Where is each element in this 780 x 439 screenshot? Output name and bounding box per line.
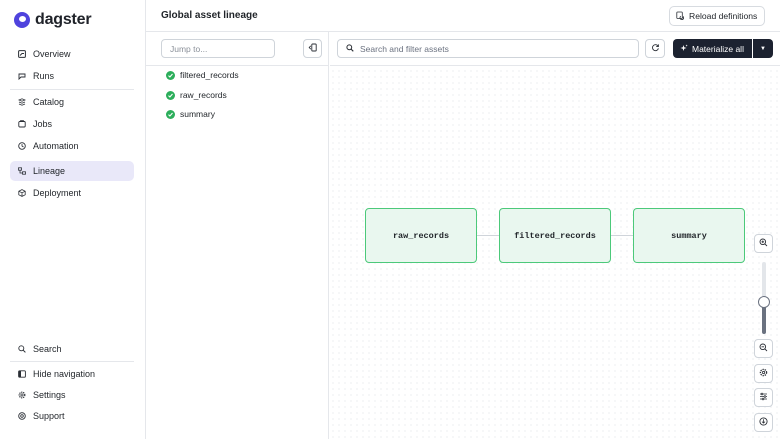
asset-search-box[interactable] (337, 39, 639, 58)
sidebar-divider (10, 361, 134, 362)
sliders-icon (759, 392, 768, 403)
hide-navigation-button[interactable]: Hide navigation (10, 364, 134, 384)
jump-to-input[interactable] (161, 39, 275, 58)
asset-name: raw_records (180, 90, 227, 100)
materialize-options-button[interactable]: ▼ (753, 39, 773, 58)
sidebar-item-label: Support (33, 411, 65, 421)
success-check-icon (166, 109, 175, 119)
sidebar-item-deployment[interactable]: Deployment (10, 183, 134, 203)
sidebar-item-lineage[interactable]: Lineage (10, 161, 134, 181)
success-check-icon (166, 70, 175, 80)
sidebar-item-label: Settings (33, 390, 66, 400)
reload-icon (676, 11, 685, 22)
logo-text: dagster (35, 11, 92, 28)
page-header: Global asset lineage Reload definitions (146, 0, 780, 32)
lineage-edge (610, 235, 633, 236)
asset-list-item[interactable]: summary (166, 109, 215, 119)
asset-name: summary (180, 109, 215, 119)
asset-list-item[interactable]: filtered_records (166, 70, 239, 80)
collapse-sidebar-button[interactable] (303, 39, 322, 58)
sidebar-divider (10, 89, 134, 90)
asset-list-item[interactable]: raw_records (166, 90, 227, 100)
search-icon (18, 345, 26, 353)
download-button[interactable] (754, 413, 773, 432)
refresh-icon (651, 43, 660, 54)
lineage-edge (476, 235, 499, 236)
catalog-icon (18, 98, 26, 106)
dagster-logo[interactable]: dagster (14, 11, 92, 29)
sidebar-item-label: Search (33, 344, 62, 354)
sidebar-item-automation[interactable]: Automation (10, 136, 134, 156)
cube-icon (18, 189, 26, 197)
runs-icon (18, 72, 26, 80)
materialize-all-button[interactable]: Materialize all (673, 39, 752, 58)
collapse-panel-icon (308, 43, 317, 54)
sidebar-item-overview[interactable]: Overview (10, 44, 134, 64)
sidebar-item-jobs[interactable]: Jobs (10, 114, 134, 134)
jobs-icon (18, 120, 26, 128)
reload-definitions-label: Reload definitions (689, 11, 758, 21)
sidebar-item-label: Deployment (33, 188, 82, 198)
panel-divider (146, 65, 329, 66)
lineage-icon (18, 167, 26, 175)
asset-graph-canvas[interactable]: Materialize all ▼ raw_records filtered_r… (330, 32, 780, 439)
overview-icon (18, 50, 26, 58)
sidebar-item-label: Runs (33, 71, 55, 81)
sidebar-item-label: Jobs (33, 119, 53, 129)
graph-toolbar: Materialize all ▼ (330, 32, 780, 66)
materialize-all-label: Materialize all (692, 43, 744, 54)
zoom-in-icon (759, 238, 768, 249)
download-icon (759, 417, 768, 428)
sidebar-item-search[interactable]: Search (10, 339, 134, 359)
sidebar-item-support[interactable]: Support (10, 406, 134, 426)
caret-down-icon: ▼ (760, 45, 766, 52)
asset-name: filtered_records (180, 70, 239, 80)
help-icon (18, 412, 26, 420)
sidebar-item-settings[interactable]: Settings (10, 385, 134, 405)
layout-options-button[interactable] (754, 388, 773, 407)
success-check-icon (166, 90, 175, 100)
sidebar-item-label: Catalog (33, 97, 65, 107)
graph-settings-button[interactable] (754, 364, 773, 383)
search-icon (346, 43, 354, 54)
sidebar-item-runs[interactable]: Runs (10, 66, 134, 86)
sidebar-item-catalog[interactable]: Catalog (10, 92, 134, 112)
zoom-slider[interactable] (758, 262, 770, 334)
reload-definitions-button[interactable]: Reload definitions (669, 6, 765, 26)
clock-icon (18, 142, 26, 150)
sidebar-item-label: Overview (33, 49, 71, 59)
asset-node-summary[interactable]: summary (633, 208, 745, 263)
page-title: Global asset lineage (161, 10, 258, 21)
zoom-out-icon (759, 343, 768, 354)
asset-search-input[interactable] (360, 43, 630, 54)
zoom-slider-thumb[interactable] (758, 296, 770, 308)
zoom-in-button[interactable] (754, 234, 773, 253)
sidebar-item-label: Automation (33, 141, 79, 151)
gear-icon (759, 368, 768, 379)
sparkle-icon (680, 44, 688, 54)
sidebar: dagster Overview Runs Catalog Jobs Autom… (0, 0, 146, 439)
zoom-out-button[interactable] (754, 339, 773, 358)
asset-node-filtered-records[interactable]: filtered_records (499, 208, 611, 263)
asset-node-raw-records[interactable]: raw_records (365, 208, 477, 263)
sidebar-item-label: Hide navigation (33, 369, 96, 379)
dagster-logo-icon (14, 12, 30, 28)
sidebar-item-label: Lineage (33, 166, 66, 176)
gear-icon (18, 391, 26, 399)
asset-list-panel: filtered_records raw_records summary (146, 32, 329, 439)
hide-nav-icon (18, 370, 26, 378)
refresh-button[interactable] (645, 39, 665, 58)
